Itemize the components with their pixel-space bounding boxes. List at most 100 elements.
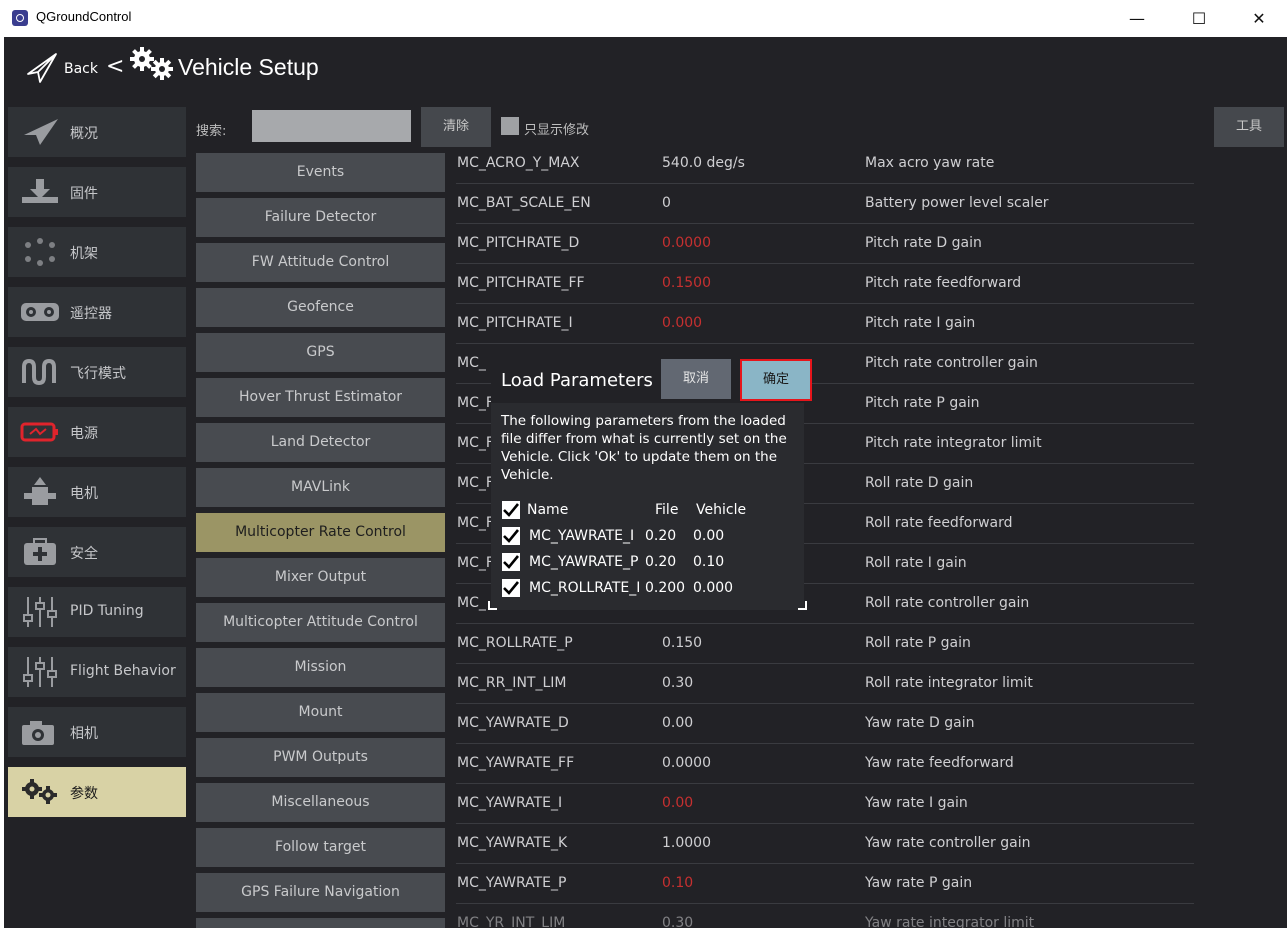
tools-button[interactable]: 工具 <box>1214 107 1284 147</box>
dialog-vehicle-value: 0.00 <box>693 528 725 544</box>
param-checkbox[interactable] <box>502 553 520 571</box>
param-row[interactable]: MC_YR_INT_LIM 0.30 Yaw rate integrator l… <box>456 904 1194 928</box>
group-mission[interactable]: Mission <box>196 648 445 687</box>
param-description: Roll rate P gain <box>865 635 971 651</box>
group-gps-failure-navigation[interactable]: GPS Failure Navigation <box>196 873 445 912</box>
page-title: Vehicle Setup <box>178 54 319 80</box>
sidebar-item-summary[interactable]: 概况 <box>8 107 186 157</box>
sidebar-item-radio[interactable]: 遥控器 <box>8 287 186 337</box>
dialog-message: The following parameters from the loaded… <box>501 413 787 483</box>
param-row[interactable]: MC_RR_INT_LIM 0.30 Roll rate integrator … <box>456 664 1194 704</box>
param-value: 0.150 <box>662 635 703 651</box>
param-name: MC_YAWRATE_P <box>457 875 567 891</box>
load-parameters-dialog: Load Parameters 取消 确定 The following para… <box>488 355 812 610</box>
column-name: Name <box>527 502 569 518</box>
param-row[interactable]: MC_YAWRATE_FF 0.0000 Yaw rate feedforwar… <box>456 744 1194 784</box>
sidebar-item-flight-modes[interactable]: 飞行模式 <box>8 347 186 397</box>
param-row[interactable]: MC_PITCHRATE_D 0.0000 Pitch rate D gain <box>456 224 1194 264</box>
sidebar-item-parameters[interactable]: 参数 <box>8 767 186 817</box>
main-toolbar: Back < Vehicle Setup <box>4 37 1287 103</box>
app-logo-icon <box>12 10 28 26</box>
back-plane-icon[interactable] <box>26 52 58 88</box>
dialog-title: Load Parameters <box>501 370 653 391</box>
param-value: 540.0 deg/s <box>662 155 745 171</box>
param-name: MC_PITCHRATE_I <box>457 315 573 331</box>
param-row[interactable]: MC_YAWRATE_I 0.00 Yaw rate I gain <box>456 784 1194 824</box>
dialog-table-header: Name File Vehicle <box>501 500 801 522</box>
group-gps[interactable]: GPS <box>196 333 445 372</box>
close-button[interactable]: ✕ <box>1236 0 1282 37</box>
sidebar-item-airframe[interactable]: 机架 <box>8 227 186 277</box>
param-value-modified: 0.10 <box>662 875 694 891</box>
sidebar-item-label: 安全 <box>70 546 98 562</box>
dialog-cancel-button[interactable]: 取消 <box>661 359 731 399</box>
param-row[interactable]: MC_ROLLRATE_P 0.150 Roll rate P gain <box>456 624 1194 664</box>
group-geofence[interactable]: Geofence <box>196 288 445 327</box>
group-hover-thrust-estimator[interactable]: Hover Thrust Estimator <box>196 378 445 417</box>
dialog-ok-button[interactable]: 确定 <box>740 359 812 401</box>
group-events[interactable]: Events <box>196 153 445 192</box>
group-mavlink[interactable]: MAVLink <box>196 468 445 507</box>
param-row[interactable]: MC_YAWRATE_D 0.00 Yaw rate D gain <box>456 704 1194 744</box>
show-modified-checkbox[interactable] <box>501 117 519 135</box>
param-description: Pitch rate P gain <box>865 395 980 411</box>
sidebar-item-camera[interactable]: 相机 <box>8 707 186 757</box>
param-value-modified: 0.00 <box>662 795 694 811</box>
column-vehicle: Vehicle <box>696 502 747 518</box>
sidebar-item-power[interactable]: 电源 <box>8 407 186 457</box>
param-checkbox[interactable] <box>502 527 520 545</box>
group-mount[interactable]: Mount <box>196 693 445 732</box>
dialog-file-value: 0.20 <box>645 554 677 570</box>
group-multicopter-attitude-control[interactable]: Multicopter Attitude Control <box>196 603 445 642</box>
sidebar-item-pid-tuning[interactable]: PID Tuning <box>8 587 186 637</box>
param-name: MC_ <box>457 355 486 371</box>
group-pwm-outputs[interactable]: PWM Outputs <box>196 738 445 777</box>
dialog-param-row: MC_YAWRATE_I 0.20 0.00 <box>501 526 801 548</box>
param-row[interactable]: MC_BAT_SCALE_EN 0 Battery power level sc… <box>456 184 1194 224</box>
param-name: MC_BAT_SCALE_EN <box>457 195 591 211</box>
group-follow-target[interactable]: Follow target <box>196 828 445 867</box>
sidebar-item-safety[interactable]: 安全 <box>8 527 186 577</box>
param-row[interactable]: MC_PITCHRATE_FF 0.1500 Pitch rate feedfo… <box>456 264 1194 304</box>
group-fw-attitude-control[interactable]: FW Attitude Control <box>196 243 445 282</box>
maximize-button[interactable]: ☐ <box>1176 0 1222 37</box>
param-row[interactable]: MC_PITCHRATE_I 0.000 Pitch rate I gain <box>456 304 1194 344</box>
group-multicopter-rate-control[interactable]: Multicopter Rate Control <box>196 513 445 552</box>
minimize-button[interactable]: — <box>1114 0 1160 37</box>
resize-corner-bottom-left[interactable] <box>488 601 497 610</box>
param-checkbox[interactable] <box>502 579 520 597</box>
param-name: MC_F <box>457 395 494 411</box>
group-mixer-output[interactable]: Mixer Output <box>196 558 445 597</box>
param-name: MC_YAWRATE_D <box>457 715 569 731</box>
sidebar-item-flight-behavior[interactable]: Flight Behavior <box>8 647 186 697</box>
select-all-checkbox[interactable] <box>502 501 520 519</box>
group-miscellaneous[interactable]: Miscellaneous <box>196 783 445 822</box>
clear-button[interactable]: 清除 <box>421 107 491 147</box>
param-row[interactable]: MC_YAWRATE_K 1.0000 Yaw rate controller … <box>456 824 1194 864</box>
sidebar-item-label: PID Tuning <box>70 603 144 619</box>
show-modified-label: 只显示修改 <box>524 123 590 138</box>
param-description: Roll rate controller gain <box>865 595 1030 611</box>
param-row[interactable]: MC_ACRO_Y_MAX 540.0 deg/s Max acro yaw r… <box>456 144 1194 184</box>
param-row[interactable]: MC_YAWRATE_P 0.10 Yaw rate P gain <box>456 864 1194 904</box>
search-label: 搜索: <box>196 124 227 139</box>
sidebar-item-firmware[interactable]: 固件 <box>8 167 186 217</box>
dialog-file-value: 0.200 <box>645 580 686 596</box>
search-input[interactable] <box>252 110 411 142</box>
dialog-file-value: 0.20 <box>645 528 677 544</box>
gears-icon <box>20 777 60 807</box>
param-description: Roll rate I gain <box>865 555 967 571</box>
dialog-vehicle-value: 0.000 <box>693 580 734 596</box>
group-land-detector[interactable]: Land Detector <box>196 423 445 462</box>
group-next-partial[interactable] <box>196 918 445 928</box>
sliders-icon <box>20 597 60 627</box>
plane-icon <box>20 117 60 147</box>
battery-icon <box>20 417 60 447</box>
dialog-param-name: MC_ROLLRATE_I <box>529 580 641 596</box>
resize-corner-bottom-right[interactable] <box>798 601 807 610</box>
title-bar: QGroundControl — ☐ ✕ <box>4 0 1287 37</box>
group-failure-detector[interactable]: Failure Detector <box>196 198 445 237</box>
back-button[interactable]: Back <box>64 61 98 77</box>
sidebar-item-motors[interactable]: 电机 <box>8 467 186 517</box>
dialog-vehicle-value: 0.10 <box>693 554 725 570</box>
